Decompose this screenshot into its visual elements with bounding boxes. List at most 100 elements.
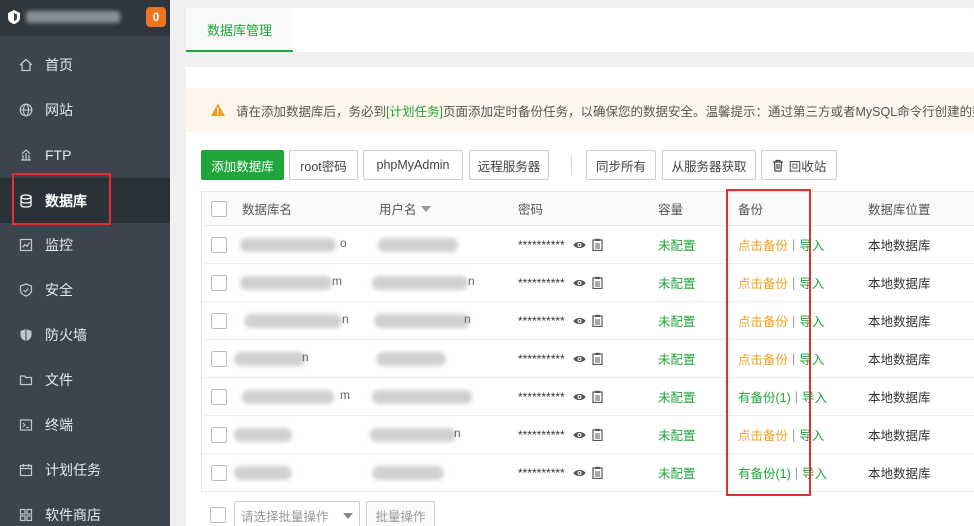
sidebar-item-store[interactable]: 软件商店 [0, 492, 170, 526]
sidebar: 0 首页 网站 FTP 数据库 监控 安全 防火墙 文件 终端 计划任务 软件商… [0, 0, 170, 526]
root-password-button[interactable]: root密码 [289, 150, 358, 180]
toolbar-divider [571, 155, 572, 175]
capacity-cell[interactable]: 未配置 [658, 302, 696, 339]
password-cell: ********** [518, 416, 603, 453]
db-name-tail: n [302, 350, 309, 364]
eye-icon[interactable] [573, 392, 586, 402]
sidebar-item-website[interactable]: 网站 [0, 87, 170, 132]
eye-icon[interactable] [573, 278, 586, 288]
table-row: n ********** 未配置 点击备份 | 导入 本地数据库 [202, 416, 974, 454]
batch-operation-select[interactable]: 请选择批量操作 [234, 501, 360, 526]
fetch-from-server-button[interactable]: 从服务器获取 [662, 150, 756, 180]
db-name-tail: n [342, 312, 349, 326]
password-cell: ********** [518, 454, 603, 491]
highlight-box-database-nav [12, 173, 111, 225]
capacity-cell[interactable]: 未配置 [658, 454, 696, 491]
capacity-cell[interactable]: 未配置 [658, 416, 696, 453]
cron-task-link[interactable]: [计划任务] [386, 101, 443, 120]
copy-icon[interactable] [592, 238, 603, 251]
db-name-tail: m [332, 274, 342, 288]
eye-icon[interactable] [573, 354, 586, 364]
user-name-redacted [378, 238, 458, 252]
row-checkbox[interactable] [211, 275, 227, 291]
warning-icon [211, 103, 225, 116]
sidebar-item-files[interactable]: 文件 [0, 357, 170, 402]
remote-server-button[interactable]: 远程服务器 [469, 150, 549, 180]
db-name-redacted [234, 352, 306, 366]
recycle-bin-button[interactable]: 回收站 [761, 150, 837, 180]
eye-icon[interactable] [573, 240, 586, 250]
sidebar-item-label: 首页 [45, 56, 73, 73]
db-name-redacted [242, 390, 334, 404]
eye-icon[interactable] [573, 316, 586, 326]
user-name-redacted [376, 352, 446, 366]
warning-notice: 请在添加数据库后，务必到 [计划任务] 页面添加定时备份任务，以确保您的数据安全。温… [186, 88, 974, 132]
capacity-cell[interactable]: 未配置 [658, 378, 696, 415]
sync-all-button[interactable]: 同步所有 [586, 150, 656, 180]
sidebar-item-label: 监控 [45, 236, 73, 253]
db-name-redacted [234, 428, 292, 442]
password-mask: ********** [518, 313, 565, 328]
eye-icon[interactable] [573, 430, 586, 440]
header-user[interactable]: 用户名 [379, 192, 431, 225]
shield-icon [18, 282, 34, 298]
user-name-redacted [372, 276, 468, 290]
server-name-redacted [26, 11, 120, 23]
capacity-cell[interactable]: 未配置 [658, 264, 696, 301]
phpmyadmin-button[interactable]: phpMyAdmin [363, 150, 463, 180]
table-row: m n ********** 未配置 点击备份 | 导入 本地数据库 [202, 264, 974, 302]
select-all-checkbox[interactable] [211, 201, 227, 217]
table-row: n ********** 未配置 点击备份 | 导入 本地数据库 [202, 340, 974, 378]
sidebar-item-label: FTP [45, 146, 72, 163]
password-mask: ********** [518, 427, 565, 442]
add-database-button[interactable]: 添加数据库 [201, 150, 284, 180]
terminal-icon [18, 417, 34, 433]
row-checkbox[interactable] [211, 389, 227, 405]
copy-icon[interactable] [592, 466, 603, 479]
password-cell: ********** [518, 378, 603, 415]
sidebar-item-cron[interactable]: 计划任务 [0, 447, 170, 492]
header-location: 数据库位置 [868, 203, 931, 217]
db-name-tail: o [340, 236, 347, 250]
firewall-icon [18, 327, 34, 343]
eye-icon[interactable] [573, 468, 586, 478]
location-cell: 本地数据库 [868, 391, 931, 405]
row-checkbox[interactable] [211, 465, 227, 481]
location-cell: 本地数据库 [868, 315, 931, 329]
row-checkbox[interactable] [211, 313, 227, 329]
password-mask: ********** [518, 275, 565, 290]
row-checkbox[interactable] [211, 237, 227, 253]
sidebar-item-home[interactable]: 首页 [0, 42, 170, 87]
db-name-tail: m [340, 388, 350, 402]
copy-icon[interactable] [592, 390, 603, 403]
header-name[interactable]: 数据库名 [242, 192, 292, 225]
user-name-redacted [374, 314, 470, 328]
row-checkbox[interactable] [211, 351, 227, 367]
table-row: o ********** 未配置 点击备份 | 导入 本地数据库 [202, 226, 974, 264]
bottom-select-all-checkbox[interactable] [210, 507, 226, 523]
database-table: 数据库名 用户名 密码 容量 备份 数据库位置 o ********** 未配置 [201, 191, 974, 492]
copy-icon[interactable] [592, 314, 603, 327]
location-cell: 本地数据库 [868, 353, 931, 367]
capacity-cell[interactable]: 未配置 [658, 340, 696, 377]
password-cell: ********** [518, 264, 603, 301]
batch-operation-button[interactable]: 批量操作 [366, 501, 435, 526]
main-panel: 请在添加数据库后，务必到 [计划任务] 页面添加定时备份任务，以确保您的数据安全。温… [186, 67, 974, 526]
tab-database-management[interactable]: 数据库管理 [186, 8, 293, 52]
copy-icon[interactable] [592, 276, 603, 289]
capacity-cell[interactable]: 未配置 [658, 226, 696, 263]
sidebar-item-monitor[interactable]: 监控 [0, 222, 170, 267]
copy-icon[interactable] [592, 428, 603, 441]
sidebar-item-terminal[interactable]: 终端 [0, 402, 170, 447]
sidebar-item-label: 文件 [45, 371, 73, 388]
table-row: ********** 未配置 有备份(1) | 导入 本地数据库 [202, 454, 974, 492]
sidebar-item-ftp[interactable]: FTP [0, 132, 170, 177]
notification-badge[interactable]: 0 [146, 7, 166, 27]
sidebar-item-security[interactable]: 安全 [0, 267, 170, 312]
header-password: 密码 [518, 203, 544, 217]
notice-text-after: 页面添加定时备份任务，以确保您的数据安全。温馨提示：通过第三方或者MySQL命令… [442, 104, 974, 119]
sidebar-item-firewall[interactable]: 防火墙 [0, 312, 170, 357]
copy-icon[interactable] [592, 352, 603, 365]
row-checkbox[interactable] [211, 427, 227, 443]
sidebar-item-label: 终端 [45, 416, 73, 433]
